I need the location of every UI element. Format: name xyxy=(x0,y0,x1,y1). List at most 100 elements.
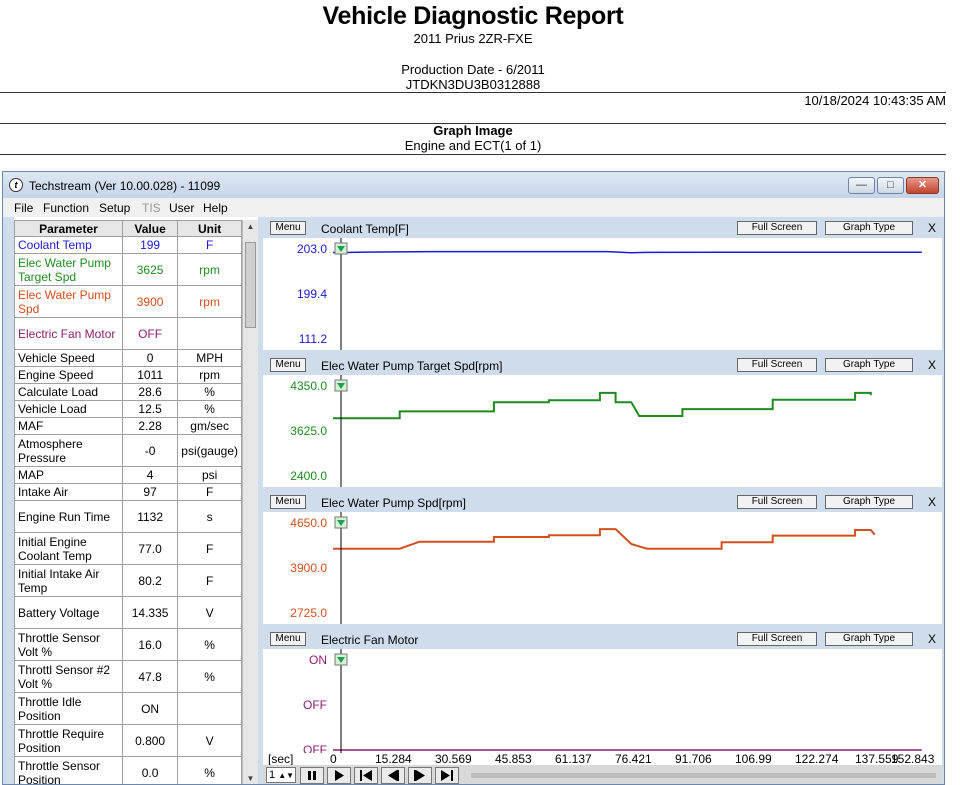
graph-header: Menu Coolant Temp[F] Full Screen Graph Type… xyxy=(263,220,942,238)
table-row[interactable]: Initial Intake Air Temp 80.2 F xyxy=(14,564,242,597)
table-row[interactable]: Intake Air 97 F xyxy=(14,483,242,501)
skip-to-end-icon[interactable] xyxy=(435,767,459,784)
param-value: 199 xyxy=(121,236,179,254)
param-value: 1011 xyxy=(121,366,179,384)
table-row[interactable]: Throttle Require Position 0.800 V xyxy=(14,724,242,757)
menu-function[interactable]: Function xyxy=(43,201,89,215)
graph-type-button[interactable]: Graph Type xyxy=(825,495,913,509)
table-row[interactable]: Throttle Sensor Volt % 16.0% xyxy=(14,628,242,661)
parameter-scrollbar[interactable]: ▲ ▼ xyxy=(242,220,258,784)
table-row[interactable]: Calculate Load 28.6% xyxy=(14,383,242,401)
graph-type-button[interactable]: Graph Type xyxy=(825,632,913,646)
param-name: Battery Voltage xyxy=(14,596,123,629)
graph-panel: Menu Elec Water Pump Target Spd[rpm] Full … xyxy=(263,354,942,487)
menu-user[interactable]: User xyxy=(169,201,194,215)
param-unit: rpm xyxy=(177,285,242,318)
graph-panel: Menu Elec Water Pump Spd[rpm] Full Screen G… xyxy=(263,491,942,624)
table-row[interactable]: Initial Engine Coolant Temp 77.0 F xyxy=(14,532,242,565)
column-header-parameter[interactable]: Parameter xyxy=(14,220,123,237)
y-axis-tick-label: 203.0 xyxy=(297,242,327,256)
scroll-down-icon[interactable]: ▼ xyxy=(243,772,258,784)
param-value: 14.335 xyxy=(121,596,179,629)
step-back-icon[interactable] xyxy=(381,767,405,784)
close-graph-icon[interactable]: X xyxy=(925,495,939,509)
y-axis-tick-label: 2400.0 xyxy=(290,469,327,483)
cursor-marker-icon[interactable] xyxy=(334,379,348,392)
playback-speed-stepper[interactable]: 1 ▲▼ xyxy=(266,767,296,783)
table-row[interactable]: Atmosphere Pressure -0 psi(gauge) xyxy=(14,434,242,467)
param-value: 0.800 xyxy=(121,724,179,757)
table-row[interactable]: Engine Speed 1011 rpm xyxy=(14,366,242,384)
graph-menu-button[interactable]: Menu xyxy=(270,358,306,372)
time-axis-unit: [sec] xyxy=(268,752,294,766)
pause-icon[interactable] xyxy=(300,767,324,784)
graph-plot-area: 203.0 199.4 111.2 xyxy=(263,238,942,350)
x-axis-tick-label: 106.99 xyxy=(734,752,772,766)
close-graph-icon[interactable]: X xyxy=(925,358,939,372)
table-row[interactable]: MAF 2.28 gm/sec xyxy=(14,417,242,435)
graph-menu-button[interactable]: Menu xyxy=(270,495,306,509)
techstream-window: t Techstream (Ver 10.00.028) - 11099 — □… xyxy=(2,171,945,785)
section-title: Graph Image xyxy=(433,123,513,138)
scrollbar-thumb[interactable] xyxy=(245,242,256,328)
param-unit: V xyxy=(177,724,242,757)
menu-tis[interactable]: TIS xyxy=(142,201,161,215)
scroll-up-icon[interactable]: ▲ xyxy=(243,220,258,234)
x-axis-tick-label: 76.421 xyxy=(614,752,652,766)
param-unit: rpm xyxy=(177,366,242,384)
minimize-icon[interactable]: — xyxy=(848,177,875,194)
table-row[interactable]: Battery Voltage 14.335 V xyxy=(14,596,242,629)
step-forward-icon[interactable] xyxy=(408,767,432,784)
graph-menu-button[interactable]: Menu xyxy=(270,632,306,646)
table-row[interactable]: Elec Water Pump Target Spd 3625 rpm xyxy=(14,253,242,286)
menu-help[interactable]: Help xyxy=(203,201,228,215)
cursor-marker-icon[interactable] xyxy=(334,516,348,529)
graph-menu-button[interactable]: Menu xyxy=(270,221,306,235)
param-name: Initial Intake Air Temp xyxy=(14,564,123,597)
menu-file[interactable]: File xyxy=(14,201,33,215)
full-screen-button[interactable]: Full Screen xyxy=(737,495,817,509)
table-row[interactable]: MAP 4 psi xyxy=(14,466,242,484)
column-header-value[interactable]: Value xyxy=(121,220,179,237)
y-axis-tick-label: 199.4 xyxy=(297,287,327,301)
full-screen-button[interactable]: Full Screen xyxy=(737,358,817,372)
param-unit: F xyxy=(177,564,242,597)
menu-setup[interactable]: Setup xyxy=(99,201,130,215)
skip-to-start-icon[interactable] xyxy=(354,767,378,784)
full-screen-button[interactable]: Full Screen xyxy=(737,221,817,235)
maximize-icon[interactable]: □ xyxy=(877,177,904,194)
table-row[interactable]: Throttle Sensor Position 0.0% xyxy=(14,756,242,784)
param-name: Throttl Sensor #2 Volt % xyxy=(14,660,123,693)
graph-type-button[interactable]: Graph Type xyxy=(825,221,913,235)
play-icon[interactable] xyxy=(327,767,351,784)
table-row[interactable]: Vehicle Speed 0 MPH xyxy=(14,349,242,367)
full-screen-button[interactable]: Full Screen xyxy=(737,632,817,646)
close-graph-icon[interactable]: X xyxy=(925,221,939,235)
graph-header: Menu Elec Water Pump Spd[rpm] Full Screen G… xyxy=(263,494,942,512)
table-row[interactable]: Throttle Idle Position ON xyxy=(14,692,242,725)
cursor-marker-icon[interactable] xyxy=(334,653,348,666)
window-title: Techstream (Ver 10.00.028) - 11099 xyxy=(29,179,221,193)
param-value: 97 xyxy=(121,483,179,501)
section-subtitle: Engine and ECT(1 of 1) xyxy=(404,138,542,153)
close-graph-icon[interactable]: X xyxy=(925,632,939,646)
report-timestamp: 10/18/2024 10:43:35 AM xyxy=(804,93,946,108)
table-row[interactable]: Engine Run Time 1132 s xyxy=(14,500,242,533)
table-row[interactable]: Vehicle Load 12.5% xyxy=(14,400,242,418)
cursor-marker-icon[interactable] xyxy=(334,242,348,255)
graph-type-button[interactable]: Graph Type xyxy=(825,358,913,372)
graph-header: Menu Elec Water Pump Target Spd[rpm] Full … xyxy=(263,357,942,375)
column-header-unit[interactable]: Unit xyxy=(177,220,242,237)
table-row[interactable]: Electric Fan Motor OFF xyxy=(14,317,242,350)
x-axis-tick-label: 152.843 xyxy=(891,752,935,766)
y-axis-tick-label: 3625.0 xyxy=(290,424,327,438)
param-unit: % xyxy=(177,400,242,418)
y-axis-tick-label: 2725.0 xyxy=(290,606,327,620)
table-row[interactable]: Throttl Sensor #2 Volt % 47.8% xyxy=(14,660,242,693)
table-row[interactable]: Coolant Temp 199 F xyxy=(14,236,242,254)
table-row[interactable]: Elec Water Pump Spd 3900 rpm xyxy=(14,285,242,318)
series-line xyxy=(333,391,872,420)
playback-timeline[interactable] xyxy=(471,773,936,778)
window-titlebar[interactable]: t Techstream (Ver 10.00.028) - 11099 — □… xyxy=(3,172,944,198)
close-icon[interactable]: ✕ xyxy=(906,177,939,194)
